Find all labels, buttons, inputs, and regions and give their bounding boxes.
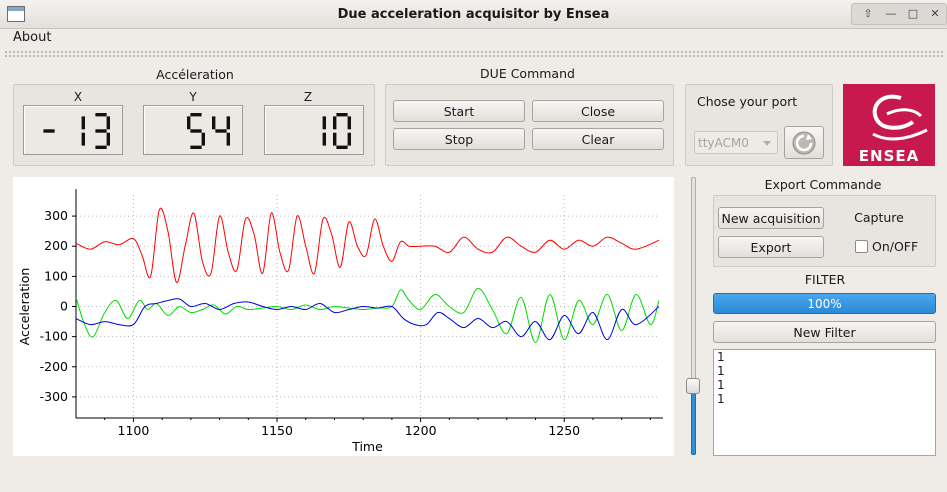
lcd-segment — [95, 145, 107, 149]
lcd-segment — [190, 113, 202, 117]
y-label: Y — [189, 90, 197, 104]
stop-button[interactable]: Stop — [393, 128, 525, 150]
filter-title: FILTER — [804, 272, 846, 287]
lcd-segment — [333, 116, 337, 130]
filter-list[interactable]: 1111 — [713, 349, 936, 456]
lcd-segment — [226, 116, 230, 130]
lcd-segment — [43, 129, 55, 133]
window-title: Due acceleration acquisitor by Ensea — [337, 7, 610, 22]
lcd-x-digits — [43, 113, 110, 149]
ensea-logo: ENSEA — [843, 84, 935, 166]
series-line-0 — [76, 207, 660, 283]
refresh-icon — [792, 131, 816, 155]
lcd-segment — [226, 132, 230, 146]
lcd-segment — [322, 132, 326, 146]
export-title: Export Commande — [764, 177, 882, 192]
lcd-segment — [95, 113, 107, 117]
start-button[interactable]: Start — [393, 100, 525, 122]
x-axis-label: Time — [351, 439, 383, 454]
series-line-1 — [76, 287, 660, 344]
due-command-title: DUE Command — [480, 66, 575, 81]
new-filter-button[interactable]: New Filter — [713, 321, 936, 343]
toolbar-grip[interactable] — [4, 50, 943, 59]
chevron-down-icon — [763, 141, 771, 146]
x-label: X — [73, 90, 83, 104]
y-tick-label: 300 — [44, 208, 68, 223]
x-tick-label: 1200 — [405, 423, 437, 438]
port-select[interactable]: ttyACM0 — [694, 131, 778, 154]
filter-list-item[interactable]: 1 — [714, 392, 935, 406]
capture-checkbox[interactable] — [855, 240, 868, 253]
menu-bar: About — [0, 29, 947, 48]
lcd-segment — [336, 145, 348, 149]
lcd-segment — [333, 132, 337, 146]
capture-onoff-label: On/OFF — [872, 239, 919, 254]
z-label: Z — [303, 90, 313, 104]
lcd-y — [143, 105, 243, 155]
shade-icon[interactable]: ⇧ — [860, 6, 876, 22]
port-select-value: ttyACM0 — [698, 136, 749, 150]
lcd-segment — [212, 116, 216, 130]
acceleration-chart: 1100 1150 1200 1250 300 200 100 0 -100 -200 -300 Ti… — [13, 177, 674, 456]
lcd-segment — [190, 129, 202, 133]
chart-svg: 1100 1150 1200 1250 300 200 100 0 -100 -200 -300 Ti… — [17, 189, 663, 454]
export-button[interactable]: Export — [718, 236, 824, 258]
port-label: Chose your port — [697, 94, 798, 109]
lcd-segment — [336, 113, 348, 117]
y-tick-label: 0 — [60, 299, 68, 314]
clear-button[interactable]: Clear — [532, 128, 664, 150]
lcd-segment — [201, 132, 205, 146]
lcd-x — [23, 105, 123, 155]
due-command-frame — [385, 84, 674, 166]
window-controls: ⇧ — □ ✕ — [851, 3, 947, 25]
lcd-z — [264, 105, 364, 155]
ensea-logo-mark — [872, 94, 928, 141]
lcd-segment — [106, 116, 110, 130]
close-icon[interactable]: ✕ — [927, 6, 943, 22]
refresh-button[interactable] — [784, 126, 824, 159]
lcd-segment — [215, 129, 227, 133]
close-button[interactable]: Close — [532, 100, 664, 122]
y-tick-label: -300 — [40, 389, 68, 404]
menu-about[interactable]: About — [13, 30, 51, 45]
y-tick-label: 200 — [44, 238, 68, 253]
filter-slider-handle[interactable] — [686, 377, 700, 394]
filter-progress-text: 100% — [807, 297, 842, 311]
lcd-z-digits — [322, 113, 351, 149]
y-tick-label: -100 — [40, 329, 68, 344]
capture-label: Capture — [854, 210, 904, 225]
lcd-segment — [81, 116, 85, 130]
lcd-segment — [347, 132, 351, 146]
y-tick-label: 100 — [44, 268, 68, 283]
y-axis-label: Acceleration — [17, 268, 32, 346]
filter-list-item[interactable]: 1 — [714, 378, 935, 392]
y-tick-label: -200 — [40, 359, 68, 374]
lcd-segment — [95, 129, 107, 133]
lcd-segment — [347, 116, 351, 130]
filter-list-item[interactable]: 1 — [714, 350, 935, 364]
lcd-segment — [106, 132, 110, 146]
lcd-segment — [187, 116, 191, 130]
x-tick-label: 1250 — [548, 423, 580, 438]
lcd-segment — [190, 145, 202, 149]
x-tick-label: 1150 — [261, 423, 293, 438]
filter-progress-bar: 100% — [713, 293, 936, 314]
lcd-segment — [81, 132, 85, 146]
ensea-logo-text: ENSEA — [858, 147, 920, 165]
new-acquisition-button[interactable]: New acquisition — [718, 207, 824, 229]
filter-list-item[interactable]: 1 — [714, 364, 935, 378]
minimize-icon[interactable]: — — [883, 6, 899, 22]
acceleration-title: Accéleration — [156, 67, 234, 82]
filter-slider-fill — [691, 385, 696, 455]
lcd-segment — [322, 116, 326, 130]
lcd-y-digits — [187, 113, 230, 149]
title-bar: Due acceleration acquisitor by Ensea ⇧ —… — [0, 0, 947, 29]
x-tick-label: 1100 — [118, 423, 150, 438]
maximize-icon[interactable]: □ — [905, 6, 921, 22]
